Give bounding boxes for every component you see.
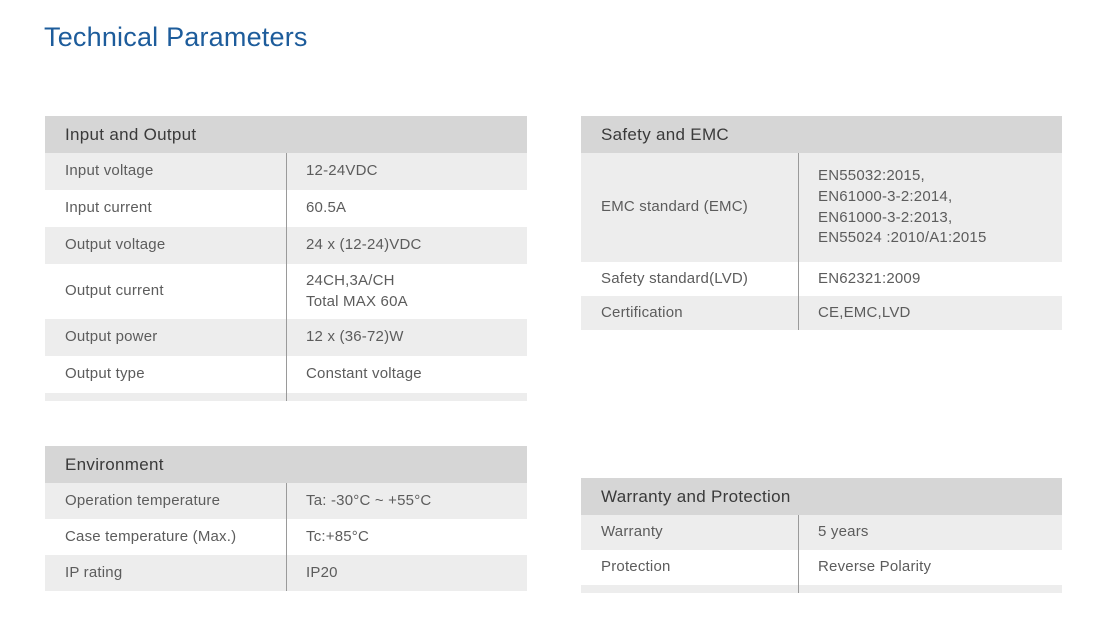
row-label: Warranty xyxy=(601,523,663,541)
row-label: Operation temperature xyxy=(65,491,221,509)
row-label: Certification xyxy=(601,303,683,321)
row-value: 60.5A xyxy=(306,199,347,217)
row-label: Output voltage xyxy=(65,236,166,254)
row-value: 5 years xyxy=(818,523,869,541)
row-label: Input voltage xyxy=(65,162,154,180)
page-title: Technical Parameters xyxy=(44,22,308,52)
table-header-environment: Environment xyxy=(45,446,527,483)
column-divider xyxy=(798,515,799,593)
row-value: 24 x (12-24)VDC xyxy=(306,236,422,254)
row-value: Reverse Polarity xyxy=(818,558,932,576)
row-value: Tc:+85°C xyxy=(306,527,370,545)
table-header-input-and-output: Input and Output xyxy=(45,116,527,153)
table-row-clipped xyxy=(581,585,1062,593)
table-body-safety-and-emc: EMC standard (EMC) EN55032:2015, EN61000-… xyxy=(581,153,1062,330)
row-label: Output power xyxy=(65,328,158,346)
table-body-environment: Operation temperature Ta: -30°C ~ +55°C Ca… xyxy=(45,483,527,591)
column-divider xyxy=(286,153,287,401)
spec-table-warranty-and-protection: Warranty and Protection Warranty 5 years P… xyxy=(581,478,1062,593)
table-row: Safety standard(LVD) EN62321:2009 xyxy=(581,262,1062,296)
spec-table-safety-and-emc: Safety and EMC EMC standard (EMC) EN55032… xyxy=(581,116,1062,330)
row-value: IP20 xyxy=(306,563,338,581)
row-label: Output current xyxy=(65,282,164,300)
column-divider xyxy=(798,153,799,330)
row-label: Input current xyxy=(65,199,152,217)
row-label: Output type xyxy=(65,365,145,383)
row-value: EN55032:2015, EN61000-3-2:2014, EN61000-… xyxy=(818,167,987,247)
row-value: 12-24VDC xyxy=(306,162,378,180)
table-row: Protection Reverse Polarity xyxy=(581,550,1062,585)
row-value: Ta: -30°C ~ +55°C xyxy=(306,491,432,509)
row-label: EMC standard (EMC) xyxy=(601,198,748,216)
table-row: Certification CE,EMC,LVD xyxy=(581,296,1062,330)
row-value: 24CH,3A/CH Total MAX 60A xyxy=(306,271,408,310)
table-body-warranty-and-protection: Warranty 5 years Protection Reverse Polarit… xyxy=(581,515,1062,593)
row-value: CE,EMC,LVD xyxy=(818,303,911,321)
row-value: EN62321:2009 xyxy=(818,269,921,287)
row-value: 12 x (36-72)W xyxy=(306,328,404,346)
spec-table-input-and-output: Input and Output Input voltage 12-24VDC In… xyxy=(45,116,527,401)
row-label: Case temperature (Max.) xyxy=(65,527,237,545)
row-value: Constant voltage xyxy=(306,365,422,383)
column-divider xyxy=(286,483,287,591)
row-label: Safety standard(LVD) xyxy=(601,269,749,287)
spec-table-environment: Environment Operation temperature Ta: -30… xyxy=(45,446,527,591)
table-body-input-and-output: Input voltage 12-24VDC Input current 60.5A O… xyxy=(45,153,527,401)
row-label: IP rating xyxy=(65,563,123,581)
table-row: EMC standard (EMC) EN55032:2015, EN61000-… xyxy=(581,153,1062,262)
row-label: Protection xyxy=(601,558,671,576)
table-row: Warranty 5 years xyxy=(581,515,1062,550)
table-header-safety-and-emc: Safety and EMC xyxy=(581,116,1062,153)
table-header-warranty-and-protection: Warranty and Protection xyxy=(581,478,1062,515)
